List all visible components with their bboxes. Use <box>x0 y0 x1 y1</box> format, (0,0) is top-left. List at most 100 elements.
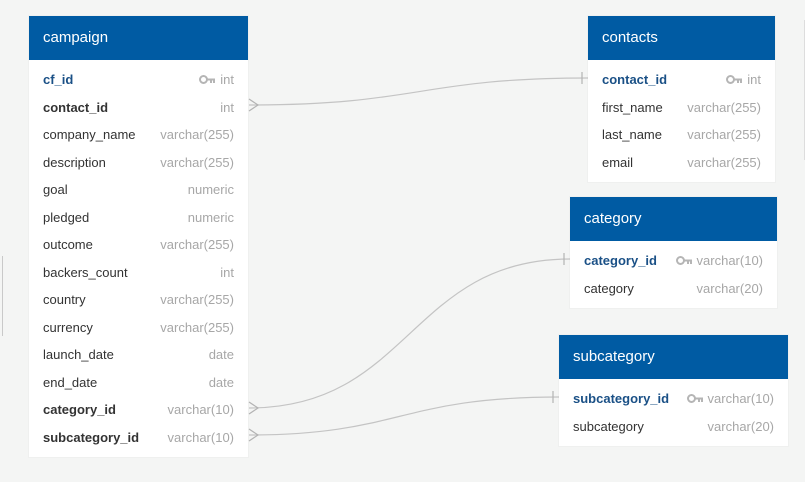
column-type: varchar(255) <box>160 121 234 149</box>
column-row-outcome[interactable]: outcome varchar(255) <box>29 231 248 259</box>
column-row-first-name[interactable]: first_name varchar(255) <box>588 94 775 122</box>
column-type-label: varchar(255) <box>160 237 234 252</box>
column-type: varchar(255) <box>160 149 234 177</box>
column-name: description <box>43 154 106 170</box>
column-row-category-id[interactable]: category_id varchar(10) <box>29 396 248 424</box>
column-type-label: varchar(255) <box>687 127 761 142</box>
column-type: date <box>209 369 234 397</box>
column-type: varchar(255) <box>160 314 234 342</box>
column-type: varchar(255) <box>687 149 761 177</box>
column-type-label: int <box>220 99 234 115</box>
table-header-campaign[interactable]: campaign <box>29 16 248 60</box>
column-type-label: int <box>220 72 234 87</box>
key-icon <box>726 75 743 85</box>
column-name: contact_id <box>43 99 109 115</box>
column-name: end_date <box>43 374 98 390</box>
key-icon <box>199 75 216 85</box>
column-type: varchar(10) <box>675 247 763 275</box>
column-type: varchar(255) <box>160 286 234 314</box>
column-name: backers_count <box>43 264 128 280</box>
column-name: category <box>584 280 634 296</box>
column-row-contact-id[interactable]: contact_id int <box>588 66 775 94</box>
column-row-description[interactable]: description varchar(255) <box>29 149 248 177</box>
column-type-label: numeric <box>187 182 234 197</box>
column-name: category_id <box>584 253 657 268</box>
column-name: subcategory_id <box>43 429 140 445</box>
column-row-company-name[interactable]: company_name varchar(255) <box>29 121 248 149</box>
column-type: numeric <box>188 204 234 232</box>
table-header-category[interactable]: category <box>570 197 777 241</box>
column-type-label: varchar(255) <box>687 154 761 170</box>
column-type: varchar(20) <box>697 275 763 303</box>
column-type-label: varchar(255) <box>687 99 761 115</box>
column-type: varchar(255) <box>160 231 234 259</box>
column-type: varchar(20) <box>708 413 774 441</box>
column-row-country[interactable]: country varchar(255) <box>29 286 248 314</box>
column-list-subcategory: subcategory_id varchar(10) subcategory varc… <box>559 379 788 446</box>
table-header-subcategory[interactable]: subcategory <box>559 335 788 379</box>
column-name: category_id <box>43 402 116 417</box>
relationship-line-subcategory <box>248 396 560 436</box>
resize-handle[interactable] <box>2 256 5 336</box>
column-row-email[interactable]: email varchar(255) <box>588 149 775 177</box>
column-list-campaign: cf_id int contact_id int company_name varchar… <box>29 60 248 457</box>
column-name: contact_id <box>602 72 668 87</box>
column-name: launch_date <box>43 347 114 362</box>
column-type-label: varchar(255) <box>160 319 234 335</box>
column-type-label: varchar(20) <box>696 280 763 296</box>
column-row-goal[interactable]: goal numeric <box>29 176 248 204</box>
column-type: int <box>220 259 234 287</box>
column-name: pledged <box>43 209 90 225</box>
column-name: cf_id <box>43 72 74 87</box>
column-type-label: varchar(255) <box>160 292 234 307</box>
crowfoot-many-contact <box>248 98 260 112</box>
column-row-category[interactable]: category varchar(20) <box>570 275 777 303</box>
column-row-subcategory[interactable]: subcategory varchar(20) <box>559 413 788 441</box>
column-type-label: varchar(10) <box>707 391 774 406</box>
key-icon <box>686 394 703 404</box>
column-name: outcome <box>43 237 93 252</box>
column-name: email <box>602 154 634 170</box>
column-name: last_name <box>602 127 662 142</box>
column-type-label: numeric <box>187 209 234 225</box>
column-name: currency <box>43 319 93 335</box>
column-row-cf-id[interactable]: cf_id int <box>29 66 248 94</box>
column-row-currency[interactable]: currency varchar(255) <box>29 314 248 342</box>
column-row-end-date[interactable]: end_date date <box>29 369 248 397</box>
column-type-label: date <box>208 374 234 390</box>
column-type: int <box>199 66 234 94</box>
table-campaign[interactable]: campaign cf_id int contact_id int company_na… <box>29 16 248 457</box>
table-contacts[interactable]: contacts contact_id int first_name varchar(… <box>588 16 775 182</box>
column-type-label: varchar(255) <box>160 154 234 170</box>
column-type: numeric <box>188 176 234 204</box>
column-type-label: int <box>747 72 761 87</box>
column-type: varchar(10) <box>168 424 234 452</box>
column-type: varchar(10) <box>686 385 774 413</box>
column-row-subcategory-id[interactable]: subcategory_id varchar(10) <box>559 385 788 413</box>
table-subcategory[interactable]: subcategory subcategory_id varchar(10) sub… <box>559 335 788 446</box>
column-type-label: varchar(10) <box>696 253 763 268</box>
column-row-launch-date[interactable]: launch_date date <box>29 341 248 369</box>
column-row-backers-count[interactable]: backers_count int <box>29 259 248 287</box>
table-category[interactable]: category category_id varchar(10) category v… <box>570 197 777 308</box>
column-row-pledged[interactable]: pledged numeric <box>29 204 248 232</box>
column-row-last-name[interactable]: last_name varchar(255) <box>588 121 775 149</box>
crowfoot-many-category <box>248 401 260 415</box>
column-row-subcategory-id[interactable]: subcategory_id varchar(10) <box>29 424 248 452</box>
column-name: subcategory <box>573 418 644 434</box>
column-type: int <box>220 94 234 122</box>
column-type: varchar(255) <box>687 121 761 149</box>
column-name: first_name <box>602 99 663 115</box>
crowfoot-many-subcategory <box>248 428 260 442</box>
column-type-label: int <box>220 264 234 280</box>
column-type: varchar(255) <box>687 94 761 122</box>
column-type: varchar(10) <box>168 396 234 424</box>
column-row-category-id[interactable]: category_id varchar(10) <box>570 247 777 275</box>
column-name: country <box>43 292 86 307</box>
relationship-line-contact <box>248 77 589 106</box>
column-list-contacts: contact_id int first_name varchar(255) last_… <box>588 60 775 182</box>
table-header-contacts[interactable]: contacts <box>588 16 775 60</box>
column-type: int <box>726 66 761 94</box>
column-name: company_name <box>43 127 136 142</box>
column-row-contact-id[interactable]: contact_id int <box>29 94 248 122</box>
